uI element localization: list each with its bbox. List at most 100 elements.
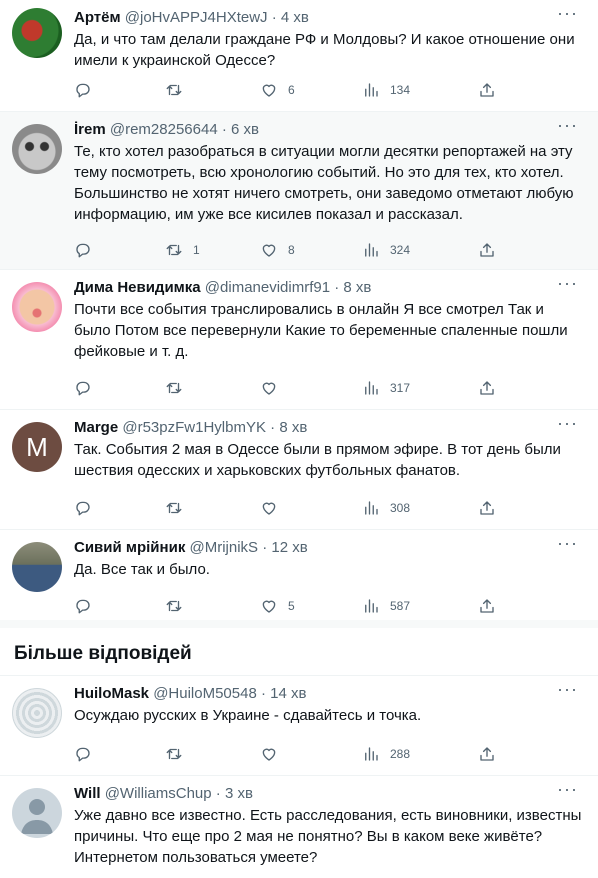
- timestamp[interactable]: 4 хв: [281, 9, 309, 26]
- like-button[interactable]: 6: [260, 78, 295, 102]
- share-icon: [478, 745, 496, 763]
- retweet-button[interactable]: [165, 78, 183, 102]
- reply-button[interactable]: [74, 594, 92, 618]
- avatar[interactable]: [12, 688, 62, 738]
- retweet-button[interactable]: [165, 376, 183, 400]
- views-button[interactable]: 134: [362, 78, 410, 102]
- author-name[interactable]: İrem: [74, 121, 106, 138]
- like-button[interactable]: [260, 742, 278, 766]
- more-icon[interactable]: ···: [557, 414, 578, 432]
- views-button[interactable]: 288: [362, 742, 410, 766]
- retweet-icon: [165, 499, 183, 517]
- more-icon[interactable]: ···: [557, 534, 578, 552]
- like-button[interactable]: [260, 496, 278, 520]
- more-icon[interactable]: ···: [557, 4, 578, 22]
- author-name[interactable]: HuiloMask: [74, 685, 149, 702]
- views-button[interactable]: 308: [362, 496, 410, 520]
- like-icon: [260, 597, 278, 615]
- views-icon: [362, 81, 380, 99]
- share-button[interactable]: [478, 594, 496, 618]
- reply-icon: [74, 745, 92, 763]
- like-icon: [260, 241, 278, 259]
- author-handle[interactable]: @joHvAPPJ4HXtewJ: [125, 9, 268, 26]
- like-count: 5: [288, 599, 295, 613]
- like-icon: [260, 745, 278, 763]
- views-count: 288: [390, 747, 411, 761]
- more-icon[interactable]: ···: [557, 680, 578, 698]
- author-name[interactable]: Will: [74, 785, 101, 802]
- reply-tweet[interactable]: Will @WilliamsChup · 3 хв Уже давно все …: [0, 776, 598, 878]
- avatar[interactable]: [12, 282, 62, 332]
- timestamp[interactable]: 14 хв: [270, 685, 306, 702]
- section-divider: [0, 620, 598, 628]
- reply-button[interactable]: [74, 496, 92, 520]
- reply-tweet[interactable]: HuiloMask @HuiloM50548 · 14 хв Осуждаю р…: [0, 676, 598, 776]
- retweet-button[interactable]: [165, 742, 183, 766]
- like-count: 8: [288, 243, 295, 257]
- retweet-icon: [165, 745, 183, 763]
- reply-icon: [74, 241, 92, 259]
- reply-tweet[interactable]: İrem @rem28256644 · 6 хв Те, кто хотел р…: [0, 112, 598, 270]
- views-button[interactable]: 587: [362, 594, 410, 618]
- share-button[interactable]: [478, 376, 496, 400]
- avatar[interactable]: [12, 124, 62, 174]
- timestamp[interactable]: 3 хв: [225, 785, 253, 802]
- reply-tweet[interactable]: Сивий мрійник @MrijnikS · 12 хв Да. Все …: [0, 530, 598, 620]
- timestamp[interactable]: 8 хв: [279, 419, 307, 436]
- views-icon: [362, 379, 380, 397]
- views-icon: [362, 241, 380, 259]
- reply-button[interactable]: [74, 238, 92, 262]
- more-icon[interactable]: ···: [557, 116, 578, 134]
- author-name[interactable]: Marge: [74, 419, 118, 436]
- share-button[interactable]: [478, 496, 496, 520]
- reply-icon: [74, 499, 92, 517]
- reply-button[interactable]: [74, 742, 92, 766]
- like-icon: [260, 499, 278, 517]
- reply-button[interactable]: [74, 78, 92, 102]
- views-count: 317: [390, 381, 411, 395]
- avatar-initial: M: [26, 431, 48, 462]
- share-button[interactable]: [478, 238, 496, 262]
- author-handle[interactable]: @rem28256644: [110, 121, 218, 138]
- retweet-button[interactable]: 1: [165, 238, 200, 262]
- reply-button[interactable]: [74, 376, 92, 400]
- timestamp[interactable]: 6 хв: [231, 121, 259, 138]
- author-handle[interactable]: @MrijnikS: [190, 539, 259, 556]
- like-button[interactable]: 8: [260, 238, 295, 262]
- more-icon[interactable]: ···: [557, 780, 578, 798]
- author-name[interactable]: Сивий мрійник: [74, 539, 185, 556]
- like-button[interactable]: [260, 376, 278, 400]
- tweet-text: Те, кто хотел разобраться в ситуации мог…: [74, 143, 574, 223]
- retweet-icon: [165, 81, 183, 99]
- reply-icon: [74, 379, 92, 397]
- author-handle[interactable]: @WilliamsChup: [105, 785, 212, 802]
- views-button[interactable]: 317: [362, 376, 410, 400]
- author-handle[interactable]: @HuiloM50548: [153, 685, 257, 702]
- default-avatar-icon[interactable]: [12, 788, 62, 838]
- avatar[interactable]: [12, 542, 62, 592]
- author-handle[interactable]: @r53pzFw1HylbmYK: [122, 419, 266, 436]
- retweet-button[interactable]: [165, 594, 183, 618]
- reply-tweet[interactable]: M Marge @r53pzFw1HylbmYK · 8 хв Так. Соб…: [0, 410, 598, 530]
- views-count: 324: [390, 243, 411, 257]
- author-handle[interactable]: @dimanevidimrf91: [205, 279, 330, 296]
- reply-tweet[interactable]: Артём @joHvAPPJ4HXtewJ · 4 хв Да, и что …: [0, 0, 598, 112]
- tweet-text: Уже давно все известно. Есть расследован…: [74, 807, 582, 866]
- share-icon: [478, 81, 496, 99]
- share-icon: [478, 499, 496, 517]
- like-icon: [260, 81, 278, 99]
- retweet-button[interactable]: [165, 496, 183, 520]
- reply-tweet[interactable]: Дима Невидимка @dimanevidimrf91 · 8 хв П…: [0, 270, 598, 410]
- timestamp[interactable]: 12 хв: [271, 539, 307, 556]
- author-name[interactable]: Дима Невидимка: [74, 279, 201, 296]
- views-button[interactable]: 324: [362, 238, 410, 262]
- share-button[interactable]: [478, 742, 496, 766]
- timestamp[interactable]: 8 хв: [343, 279, 371, 296]
- more-icon[interactable]: ···: [557, 274, 578, 292]
- share-icon: [478, 597, 496, 615]
- like-button[interactable]: 5: [260, 594, 295, 618]
- author-name[interactable]: Артём: [74, 9, 121, 26]
- share-button[interactable]: [478, 78, 496, 102]
- avatar[interactable]: [12, 8, 62, 58]
- avatar[interactable]: M: [12, 422, 62, 472]
